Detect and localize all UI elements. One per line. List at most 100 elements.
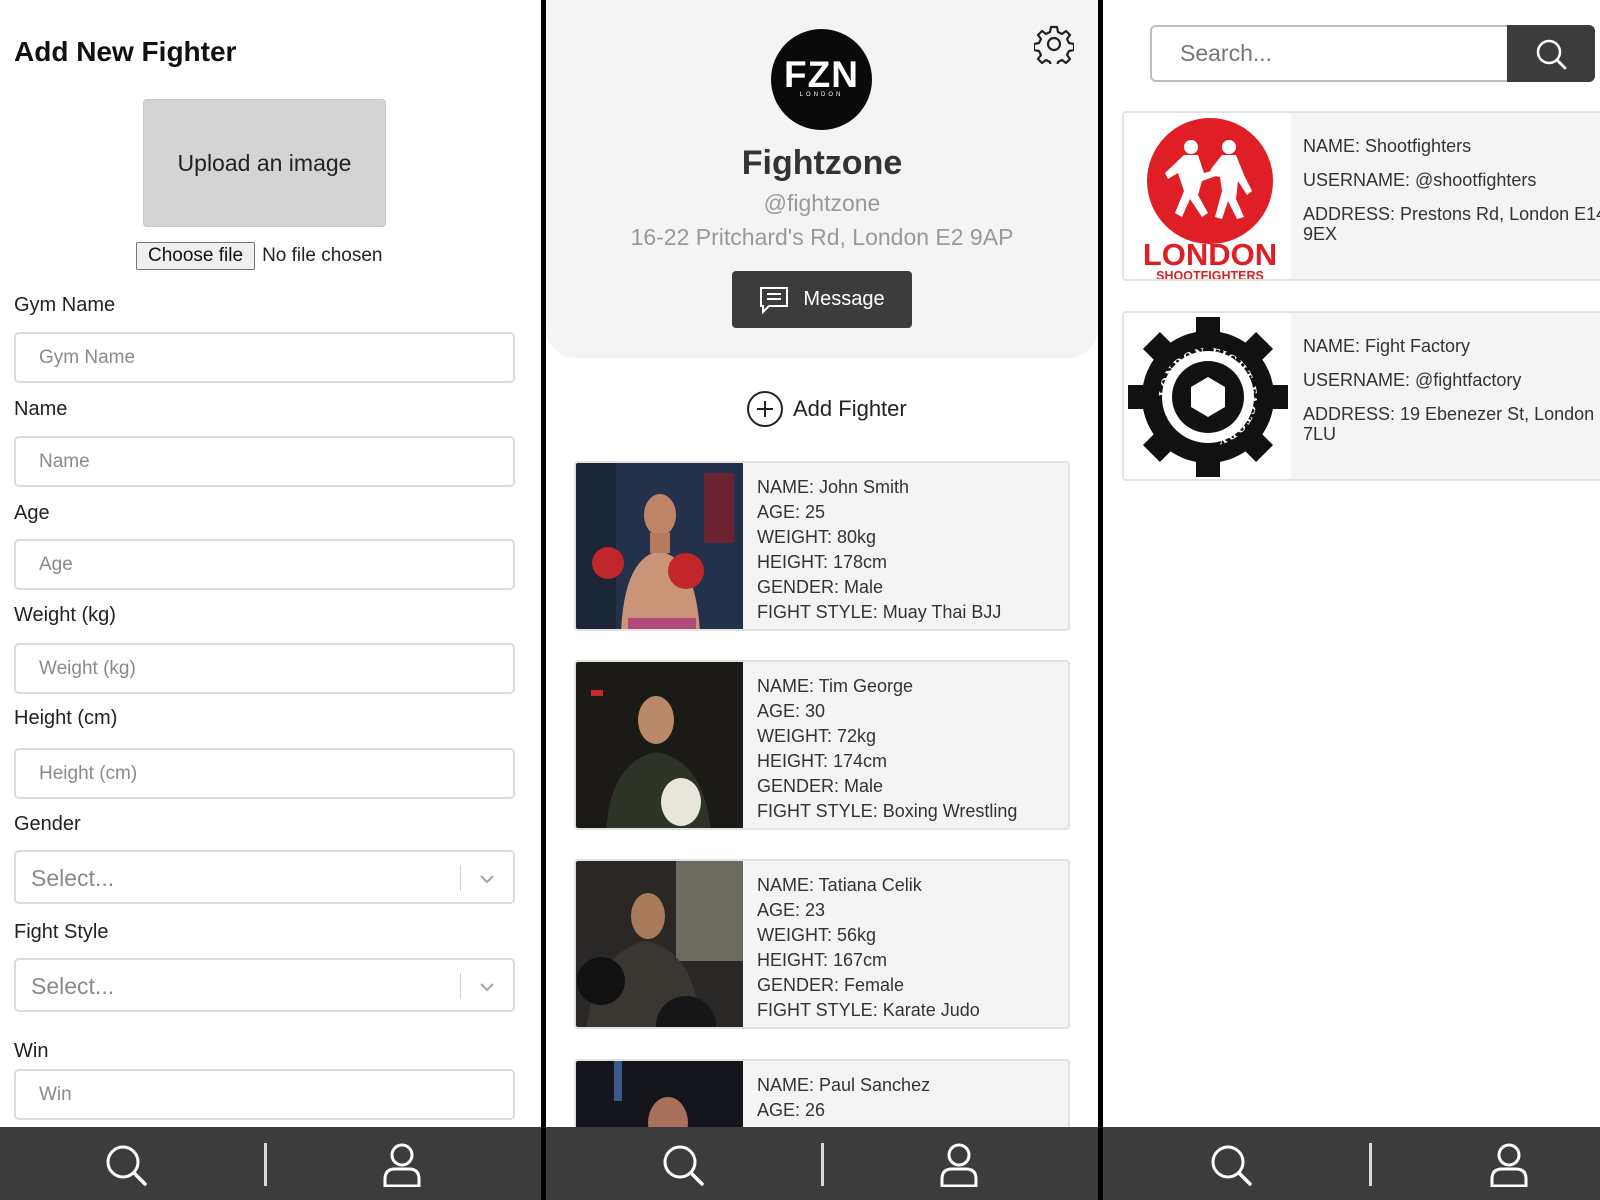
user-icon[interactable] [1489,1143,1529,1187]
fighter-photo [576,662,743,828]
fighter-card[interactable]: NAME: Tatiana Celik AGE: 23 WEIGHT: 56kg… [574,859,1070,1029]
page-title: Add New Fighter [14,36,237,67]
logo-subtext: LONDON [799,92,844,98]
fight-style-select[interactable]: Select... [14,958,515,1012]
fighter-name: NAME: John Smith [757,477,910,497]
bottom-nav [546,1127,1098,1200]
fighter-info: NAME: Paul Sanchez AGE: 26 [757,1073,930,1123]
file-input: Choose file No file chosen [136,242,382,270]
select-separator [460,865,461,891]
search-icon [1536,39,1567,69]
upload-image-area[interactable]: Upload an image [143,99,386,227]
fighter-age: AGE: 26 [757,1100,826,1120]
shootfighters-logo-line1: LONDON [1143,237,1277,272]
fighter-gender: GENDER: Male [757,776,884,796]
fighter-age: AGE: 25 [757,502,826,522]
nav-divider [1369,1143,1372,1186]
fight-factory-logo: LONDON FIGHT FACTORY [1124,313,1291,479]
height-label: Height (cm) [14,707,118,729]
search-screen: LONDON SHOOTFIGHTERS NAME: Shootfighters… [1103,0,1600,1200]
add-fighter-screen: Add New Fighter Upload an image Choose f… [0,0,541,1200]
fighter-info: NAME: John Smith AGE: 25 WEIGHT: 80kg HE… [757,475,1001,625]
weight-input[interactable] [14,643,515,694]
plus-circle-icon [747,391,783,427]
fighter-height: HEIGHT: 178cm [757,552,888,572]
height-input[interactable] [14,748,515,799]
result-name: NAME: Fight Factory [1303,336,1471,356]
search-button[interactable] [1507,25,1595,82]
search-bar [1150,25,1595,82]
name-input[interactable] [14,436,515,487]
nav-divider [821,1143,824,1186]
gym-profile-screen: FZN LONDON Fightzone @fightzone 16-22 Pr… [546,0,1098,1200]
message-button[interactable]: Message [732,271,912,328]
user-icon[interactable] [939,1143,979,1187]
search-icon[interactable] [661,1143,705,1187]
fight-style-label: Fight Style [14,921,109,943]
gender-select-value: Select... [31,865,115,891]
fighter-gender: GENDER: Male [757,577,884,597]
file-status: No file chosen [262,245,383,266]
select-separator [460,973,461,999]
result-address: ADDRESS: 19 Ebenezer St, London N1 7LU [1303,404,1600,444]
add-fighter-button[interactable]: Add Fighter [746,390,907,428]
fighter-style: FIGHT STYLE: Karate Judo [757,1000,980,1020]
fighter-card[interactable]: NAME: John Smith AGE: 25 WEIGHT: 80kg HE… [574,461,1070,631]
fighter-weight: WEIGHT: 80kg [757,527,877,547]
gym-result-info: NAME: Fight Factory USERNAME: @fightfact… [1303,336,1600,458]
choose-file-button[interactable]: Choose file [136,242,256,270]
age-input[interactable] [14,539,515,590]
name-label: Name [14,398,68,420]
chevron-down-icon [480,875,494,884]
gym-result-info: NAME: Shootfighters USERNAME: @shootfigh… [1303,136,1600,258]
fighter-age: AGE: 30 [757,701,826,721]
fighter-style: FIGHT STYLE: Muay Thai BJJ [757,602,1002,622]
weight-label: Weight (kg) [14,604,116,626]
fighter-photo [576,463,743,629]
profile-header: FZN LONDON Fightzone @fightzone 16-22 Pr… [546,0,1098,358]
gym-result-card[interactable]: LONDON SHOOTFIGHTERS NAME: Shootfighters… [1122,111,1600,281]
gym-name-input[interactable] [14,332,515,383]
result-address: ADDRESS: Prestons Rd, London E14 9EX [1303,204,1600,244]
fighter-info: NAME: Tim George AGE: 30 WEIGHT: 72kg HE… [757,674,1017,824]
fighter-height: HEIGHT: 174cm [757,751,888,771]
fighter-photo [576,861,743,1027]
chevron-down-icon [480,983,494,992]
gym-name-label: Gym Name [14,294,116,316]
search-icon[interactable] [1209,1143,1253,1187]
fighter-card[interactable]: NAME: Tim George AGE: 30 WEIGHT: 72kg HE… [574,660,1070,830]
result-name: NAME: Shootfighters [1303,136,1472,156]
fighter-info: NAME: Tatiana Celik AGE: 23 WEIGHT: 56kg… [757,873,980,1023]
search-icon[interactable] [104,1143,148,1187]
gym-result-card[interactable]: LONDON FIGHT FACTORY NAME: Fight Factory… [1122,311,1600,481]
shootfighters-logo-line2: SHOOTFIGHTERS [1156,269,1264,281]
fighter-height: HEIGHT: 167cm [757,950,888,970]
fighter-weight: WEIGHT: 72kg [757,726,877,746]
fighter-name: NAME: Tim George [757,676,914,696]
gear-icon[interactable] [1034,24,1074,64]
gender-label: Gender [14,813,81,835]
gym-logo: FZN LONDON [771,29,872,130]
message-icon [760,286,789,314]
result-username: USERNAME: @shootfighters [1303,170,1537,190]
fighter-gender: GENDER: Female [757,975,905,995]
age-label: Age [14,502,50,524]
fighter-weight: WEIGHT: 56kg [757,925,877,945]
user-icon[interactable] [382,1143,422,1187]
message-label: Message [803,288,885,310]
fight-style-select-value: Select... [31,973,115,999]
fighter-style: FIGHT STYLE: Boxing Wrestling [757,801,1018,821]
fighter-name: NAME: Paul Sanchez [757,1075,931,1095]
bottom-nav [0,1127,541,1200]
nav-divider [264,1143,267,1186]
gym-address: 16-22 Pritchard's Rd, London E2 9AP [630,224,1014,250]
upload-label: Upload an image [177,149,352,176]
gym-handle: @fightzone [763,190,881,216]
result-username: USERNAME: @fightfactory [1303,370,1522,390]
logo-text: FZN [784,54,859,95]
search-input[interactable] [1150,25,1507,82]
gender-select[interactable]: Select... [14,850,515,904]
shootfighters-logo: LONDON SHOOTFIGHTERS [1124,113,1291,281]
win-input[interactable] [14,1069,515,1120]
gym-name: Fightzone [741,144,903,182]
